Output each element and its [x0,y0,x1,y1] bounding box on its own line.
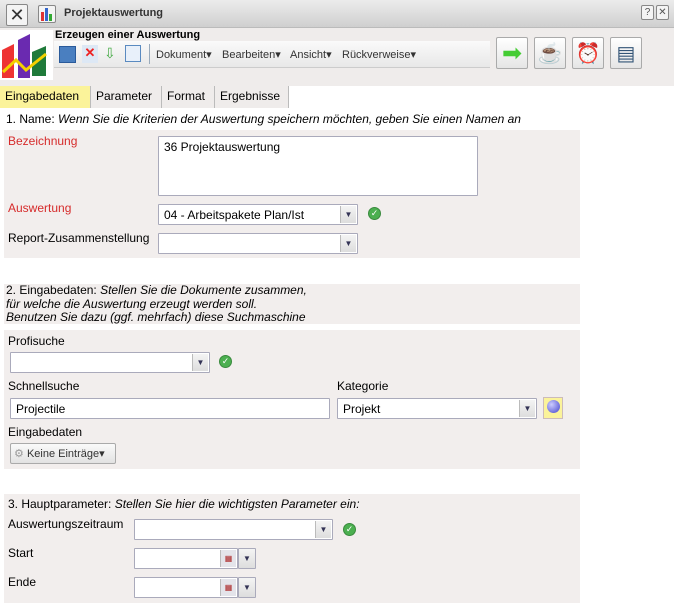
menu-label: Rückverweise [342,49,411,61]
table-ruler-icon: ▤ [616,42,636,65]
report-select[interactable]: ▼ [158,233,358,254]
calendar-icon[interactable]: ▦ [220,579,236,596]
bezeichnung-textarea[interactable]: 36 Projektauswertung [158,136,478,196]
toolbar-heading: Erzeugen einer Auswertung [55,29,201,41]
search-ball-icon [546,400,560,413]
bezeichnung-label: Bezeichnung [8,134,78,148]
schedule-button[interactable]: ⏰ [572,37,604,69]
delete-icon[interactable]: ✕ [82,45,98,63]
profisuche-select[interactable]: ▼ [10,352,210,373]
check-icon: ✓ [219,355,232,368]
chevron-down-icon: ▼ [340,235,356,252]
auswertung-label: Auswertung [8,201,72,215]
report-logo-icon [0,30,53,80]
arrow-right-icon: ➡ [501,39,523,67]
section-hint: Wenn Sie die Kriterien der Auswertung sp… [58,112,521,126]
coffee-cup-icon: ☕ [537,42,563,65]
bar-chart-icon [38,5,56,23]
schnellsuche-label: Schnellsuche [8,379,80,393]
ende-dropdown-chevron-icon[interactable]: ▼ [238,577,256,598]
import-icon[interactable]: ⇩ [104,45,116,62]
start-date-input[interactable]: ▦ [134,548,238,569]
gear-icon: ⚙ [14,448,24,460]
section2-heading: 2. Eingabedaten: Stellen Sie die Dokumen… [6,283,307,325]
menu-label: Dokument [156,49,207,61]
eingabedaten-label: Eingabedaten [8,425,83,439]
chevron-down-icon: ▼ [519,400,535,417]
menu-label: Bearbeiten [222,49,276,61]
layout-button[interactable]: ▤ [610,37,642,69]
report-label: Report-Zusammenstellung [8,231,150,245]
close-button[interactable]: ✕ [656,5,669,20]
check-icon: ✓ [343,523,356,536]
tab-ergebnisse[interactable]: Ergebnisse [215,86,289,108]
auswertung-select[interactable]: 04 - Arbeitspakete Plan/Ist ▼ [158,204,358,225]
section-hint: Benutzen Sie dazu (ggf. mehrfach) diese … [6,310,306,324]
kategorie-select[interactable]: Projekt ▼ [337,398,537,419]
section-hint: Stellen Sie hier die wichtigsten Paramet… [114,497,360,511]
section-hint: Stellen Sie die Dokumente zusammen, [100,283,307,297]
menu-label: Ansicht [290,49,327,61]
background-job-button[interactable]: ☕ [534,37,566,69]
tab-format[interactable]: Format [162,86,215,108]
run-button[interactable]: ➡ [496,37,528,69]
start-label: Start [8,546,34,560]
section-hint: für welche die Auswertung erzeugt werden… [6,296,258,311]
tab-parameter[interactable]: Parameter [91,86,162,108]
menu-ansicht[interactable]: Ansicht▾ [290,48,332,61]
section-number: 1. Name: [6,112,55,126]
check-icon: ✓ [368,207,381,220]
section3-heading: 3. Hauptparameter: Stellen Sie hier die … [8,497,360,511]
menu-bearbeiten[interactable]: Bearbeiten▾ [222,48,281,61]
calendar-clock-icon: ⏰ [575,42,601,65]
close-window-button[interactable]: ✕ [6,4,28,26]
section-number: 2. Eingabedaten: [6,283,97,297]
ende-label: Ende [8,575,37,589]
copy-icon[interactable] [125,45,141,62]
separator [149,44,150,64]
kategorie-label: Kategorie [337,379,389,393]
profisuche-label: Profisuche [8,334,65,348]
chevron-down-icon: ▼ [340,206,356,223]
menu-rueckverweise[interactable]: Rückverweise▾ [342,48,416,61]
section-number: 3. Hauptparameter: [8,497,112,511]
calendar-icon[interactable]: ▦ [220,550,236,567]
tab-eingabedaten[interactable]: Eingabedaten [0,86,91,108]
help-button[interactable]: ? [641,5,654,20]
select-value: 04 - Arbeitspakete Plan/Ist [164,208,305,222]
window-title: Projektauswertung [64,7,164,19]
select-value: Projekt [343,402,381,416]
chevron-down-icon: ▼ [315,521,331,538]
schnellsuche-input[interactable]: Projectile [10,398,330,419]
save-icon[interactable] [59,46,76,63]
eingabedaten-button[interactable]: ⚙ Keine Einträge▾ [10,443,116,464]
start-dropdown-chevron-icon[interactable]: ▼ [238,548,256,569]
section1-heading: 1. Name: Wenn Sie die Kriterien der Ausw… [6,112,521,126]
button-label: Keine Einträge [26,448,100,460]
menu-dokument[interactable]: Dokument▾ [156,48,212,61]
search-button[interactable] [543,397,563,419]
chevron-down-icon: ▼ [192,354,208,371]
zeitraum-label: Auswertungszeitraum [8,517,124,531]
zeitraum-select[interactable]: ▼ [134,519,333,540]
ende-date-input[interactable]: ▦ [134,577,238,598]
